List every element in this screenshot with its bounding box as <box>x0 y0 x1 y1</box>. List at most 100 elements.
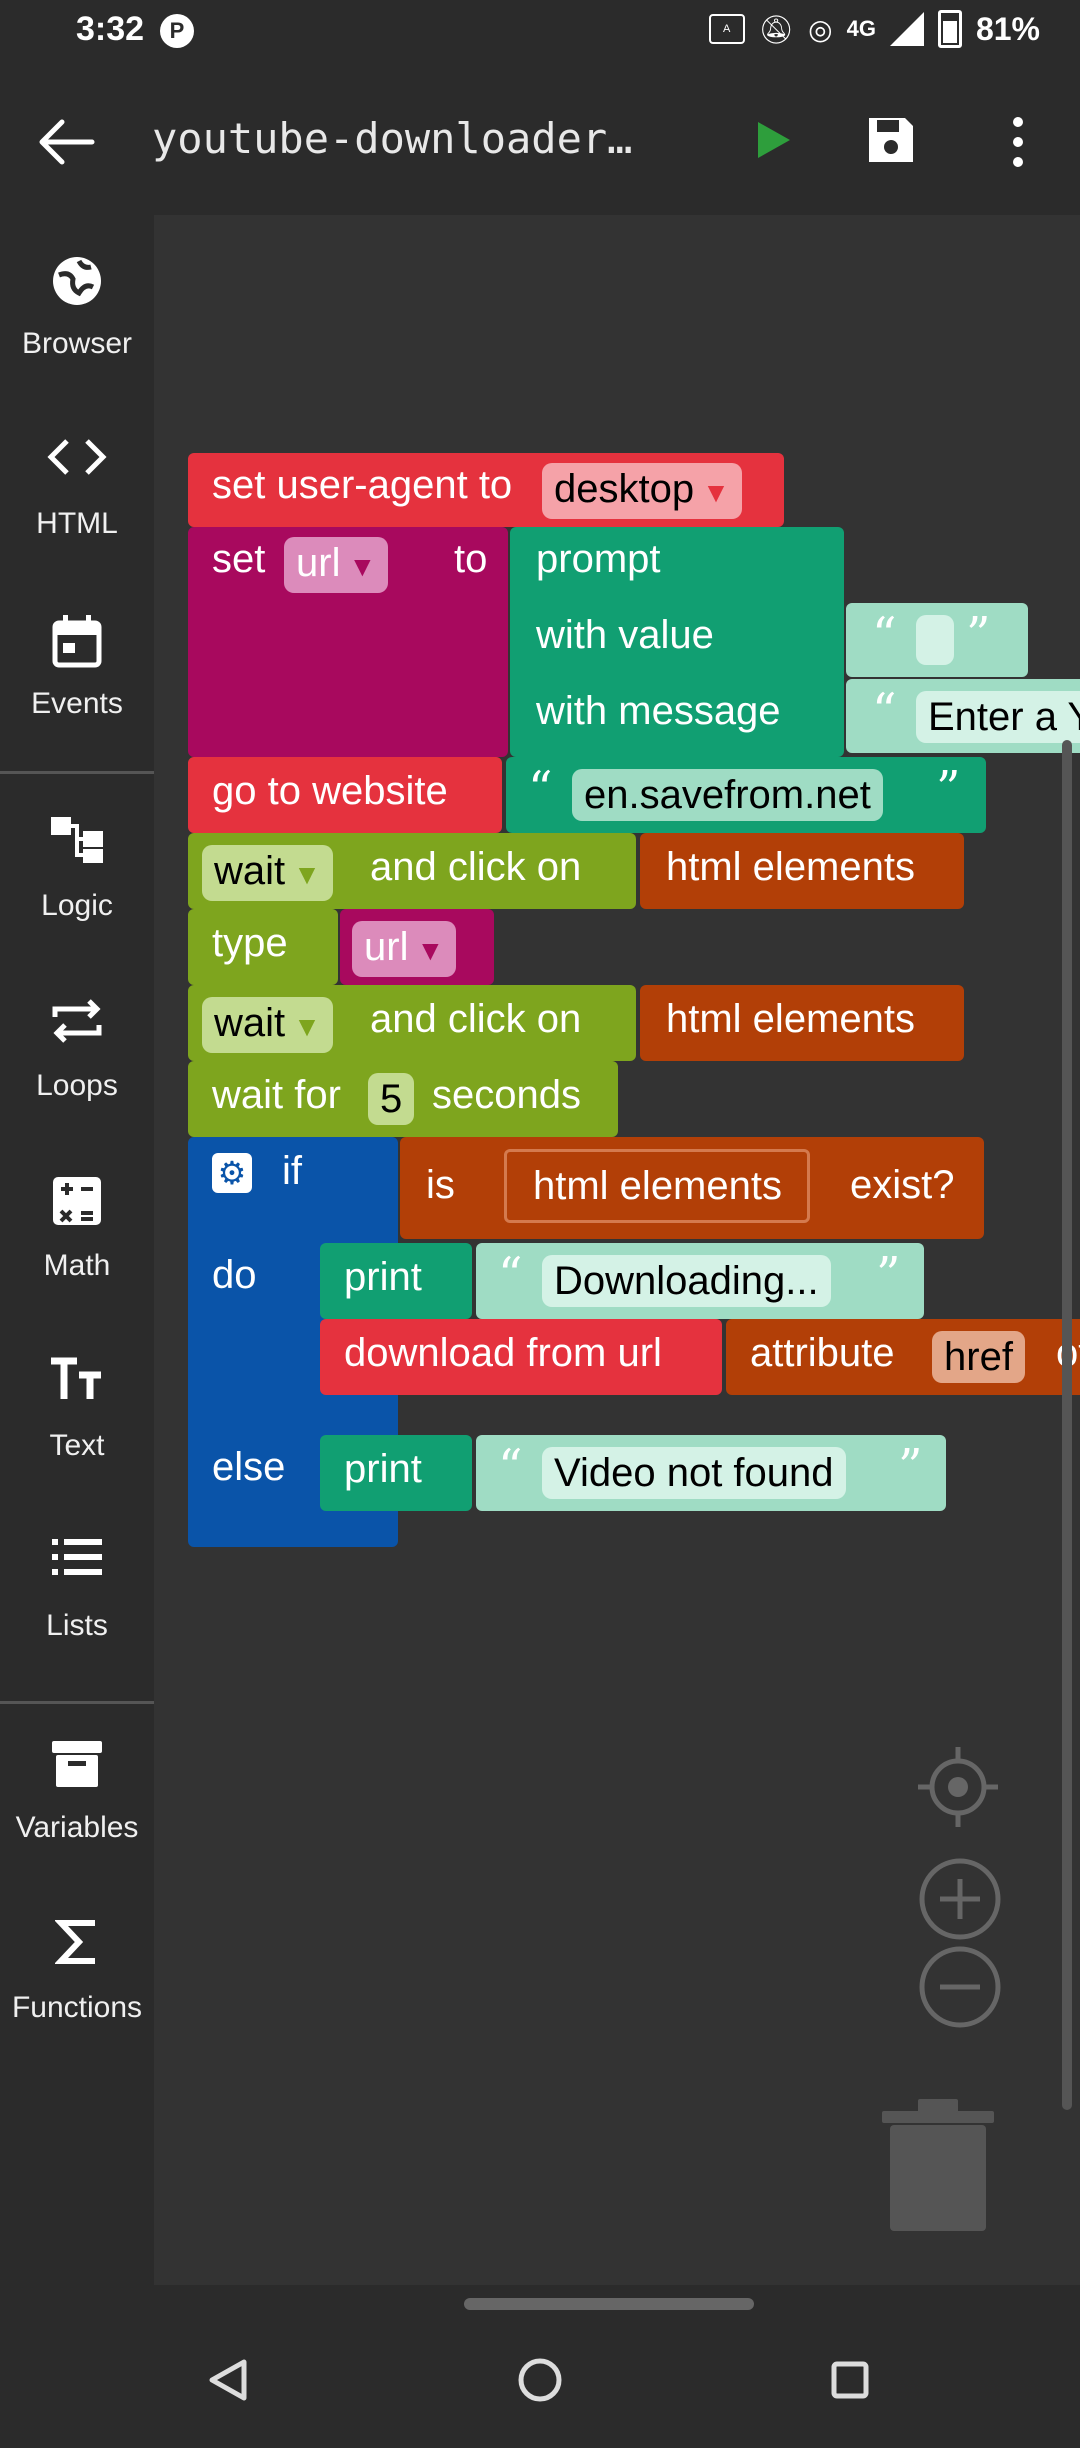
sidebar-label-text: Text <box>49 1429 105 1462</box>
block-label: print <box>344 1255 422 1299</box>
gear-icon[interactable]: ⚙ <box>212 1153 252 1193</box>
wait-click-block[interactable]: wait ▼ and click on <box>188 833 636 909</box>
block-label: print <box>344 1447 422 1491</box>
text-block[interactable]: “ en.savefrom.net ” <box>506 757 986 833</box>
sidebar-item-events[interactable]: Events <box>0 575 154 745</box>
logic-icon <box>51 817 103 863</box>
recenter-icon[interactable] <box>916 1745 1000 1829</box>
dropdown-value: wait <box>214 849 286 893</box>
sidebar-label-functions: Functions <box>11 1991 143 2024</box>
sidebar-item-loops[interactable]: Loops <box>0 957 154 1127</box>
zoom-in-icon[interactable] <box>918 1857 1002 1941</box>
more-vert-icon[interactable] <box>1000 114 1036 170</box>
text-field-empty[interactable] <box>916 615 954 665</box>
wait-for-block[interactable]: wait for 5 seconds <box>188 1061 618 1137</box>
type-block[interactable]: type <box>188 909 338 985</box>
block-label: type <box>212 921 288 965</box>
dropdown-arrow-icon: ▼ <box>293 1011 321 1042</box>
nav-home-icon[interactable] <box>516 2356 564 2404</box>
status-icons: A 🔕︎ ◎ 4G 81% <box>708 10 1040 48</box>
calendar-icon <box>52 615 102 668</box>
p-badge-icon: P <box>160 14 194 48</box>
block-label: with value <box>536 613 714 657</box>
text-field[interactable]: Enter a Y <box>916 691 1080 743</box>
text-block[interactable]: “ ” <box>846 603 1028 677</box>
set-user-agent-block[interactable]: set user-agent to desktop ▼ <box>188 453 784 527</box>
sidebar-item-logic[interactable]: Logic <box>0 777 154 947</box>
text-block[interactable]: “ Video not found ” <box>476 1435 946 1511</box>
zoom-out-icon[interactable] <box>918 1945 1002 2029</box>
save-disk-icon[interactable] <box>865 114 917 166</box>
sidebar-label-variables: Variables <box>15 1811 139 1844</box>
text-block[interactable]: “ Downloading... ” <box>476 1243 924 1319</box>
block-label: and click on <box>370 997 582 1041</box>
sidebar-item-lists[interactable]: Lists <box>0 1497 154 1667</box>
quote-close-icon: ” <box>876 1247 901 1303</box>
download-block[interactable]: download from url <box>320 1319 722 1395</box>
text-field[interactable]: Video not found <box>542 1447 846 1499</box>
quote-open-icon: “ <box>528 761 553 817</box>
prompt-block[interactable]: prompt with value with message <box>510 527 844 757</box>
sidebar-item-text[interactable]: Text <box>0 1317 154 1487</box>
network-type: 4G <box>846 16 876 41</box>
wait-dropdown[interactable]: wait ▼ <box>202 845 333 901</box>
text-block[interactable]: “ Enter a Y <box>846 679 1080 753</box>
dropdown-arrow-icon: ▼ <box>293 859 321 890</box>
status-bar: 3:32 P A 🔕︎ ◎ 4G 81% <box>0 0 1080 70</box>
project-title: youtube-downloader… <box>152 114 633 163</box>
toolbox-sidebar: Browser HTML Events Logic Loops Math Tex… <box>0 215 154 2285</box>
run-play-icon[interactable] <box>752 120 792 160</box>
html-elements-block[interactable]: html elements <box>640 985 964 1061</box>
text-icon <box>51 1357 101 1399</box>
attribute-block[interactable]: attribute href of <box>726 1319 1080 1395</box>
set-variable-block[interactable]: set url ▼ to <box>188 527 508 757</box>
print-block[interactable]: print <box>320 1435 472 1511</box>
wait-click-block[interactable]: wait ▼ and click on <box>188 985 636 1061</box>
variable-get-block[interactable]: url ▼ <box>340 909 494 985</box>
do-label: do <box>212 1253 257 1297</box>
text-field[interactable]: Downloading... <box>542 1255 831 1307</box>
html-elements-input[interactable]: html elements <box>504 1149 810 1223</box>
variable-dropdown[interactable]: url ▼ <box>352 921 457 977</box>
seconds-field[interactable]: 5 <box>368 1073 415 1125</box>
back-arrow-icon[interactable] <box>36 116 96 168</box>
sidebar-item-variables[interactable]: Variables <box>0 1699 154 1869</box>
sidebar-label-math: Math <box>43 1249 111 1282</box>
list-icon <box>52 1539 102 1575</box>
battery-icon <box>937 10 962 48</box>
html-elements-block[interactable]: html elements <box>640 833 964 909</box>
dropdown-value: wait <box>214 1001 286 1045</box>
attribute-name-field[interactable]: href <box>932 1331 1025 1383</box>
block-label: seconds <box>432 1073 581 1117</box>
go-to-website-block[interactable]: go to website <box>188 757 502 833</box>
element-exists-block[interactable]: is html elements exist? <box>400 1137 984 1239</box>
url-text-field[interactable]: en.savefrom.net <box>572 769 883 821</box>
variable-dropdown[interactable]: url ▼ <box>284 537 389 593</box>
quote-open-icon: “ <box>872 683 897 739</box>
trash-icon[interactable] <box>880 2095 996 2235</box>
nav-recents-icon[interactable] <box>830 2360 870 2400</box>
globe-icon <box>53 257 101 305</box>
sidebar-item-html[interactable]: HTML <box>0 395 154 565</box>
horizontal-scrollbar[interactable] <box>464 2298 754 2310</box>
sidebar-item-math[interactable]: Math <box>0 1137 154 1307</box>
user-agent-dropdown[interactable]: desktop ▼ <box>542 463 742 519</box>
nav-back-icon[interactable] <box>208 2358 248 2402</box>
sidebar-label-loops: Loops <box>36 1069 118 1102</box>
blocks-workspace[interactable]: set user-agent to desktop ▼ set url ▼ to p… <box>154 215 1080 2285</box>
app-bar: youtube-downloader… <box>0 70 1080 215</box>
block-label: set <box>212 537 266 581</box>
calculator-icon <box>53 1177 101 1225</box>
sidebar-label-events: Events <box>31 687 123 720</box>
print-block[interactable]: print <box>320 1243 472 1319</box>
quote-close-icon: ” <box>936 761 961 817</box>
vertical-scrollbar[interactable] <box>1062 740 1072 2110</box>
block-label: with message <box>536 689 781 733</box>
block-label: prompt <box>536 537 661 581</box>
sidebar-label-lists: Lists <box>46 1609 108 1642</box>
wait-dropdown[interactable]: wait ▼ <box>202 997 333 1053</box>
if-label: if <box>282 1149 302 1193</box>
sidebar-item-functions[interactable]: Functions <box>0 1879 154 2049</box>
bell-off-icon: 🔕︎ <box>758 13 795 45</box>
sidebar-item-browser[interactable]: Browser <box>0 215 154 385</box>
